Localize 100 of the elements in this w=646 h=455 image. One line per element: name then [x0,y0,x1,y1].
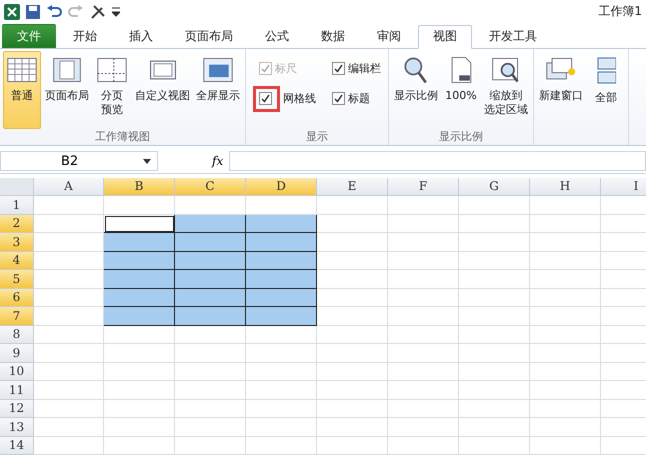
undo-icon[interactable] [46,4,62,19]
table-cell[interactable] [175,418,246,436]
row-header[interactable]: 10 [0,362,34,381]
selected-cell[interactable] [175,233,246,252]
selected-cell[interactable] [175,252,246,270]
ribbon-button[interactable]: 新建窗口 [537,50,585,130]
table-cell[interactable] [388,400,459,418]
table-cell[interactable] [530,344,601,362]
dropdown-icon[interactable] [112,6,120,17]
table-cell[interactable] [175,326,246,344]
selected-cell[interactable] [104,252,175,270]
table-cell[interactable] [388,381,459,400]
table-cell[interactable] [104,196,175,214]
table-cell[interactable] [388,196,459,214]
table-cell[interactable] [530,288,601,307]
table-cell[interactable] [246,344,317,362]
table-cell[interactable] [388,214,459,233]
table-cell[interactable] [104,326,175,344]
table-cell[interactable] [317,288,388,307]
ribbon-tab[interactable]: 开发工具 [474,24,552,48]
table-cell[interactable] [459,307,530,326]
table-cell[interactable] [246,196,317,214]
column-header[interactable]: E [317,178,388,196]
active-cell[interactable] [104,214,175,233]
table-cell[interactable] [317,252,388,270]
ribbon-tab[interactable]: 页面布局 [170,24,248,48]
column-header[interactable]: H [530,178,601,196]
checkbox-option[interactable]: 编辑栏 [326,54,381,83]
table-cell[interactable] [34,270,104,288]
table-cell[interactable] [459,381,530,400]
table-cell[interactable] [459,362,530,381]
row-header[interactable]: 13 [0,418,34,436]
table-cell[interactable] [530,400,601,418]
selected-cell[interactable] [246,214,317,233]
row-header[interactable]: 8 [0,326,34,344]
table-cell[interactable] [246,418,317,436]
table-cell[interactable] [34,362,104,381]
dropdown-icon[interactable] [143,159,151,164]
table-cell[interactable] [175,436,246,455]
table-cell[interactable] [34,288,104,307]
selected-cell[interactable] [246,270,317,288]
table-cell[interactable] [530,436,601,455]
file-tab[interactable]: 文件 [2,24,56,48]
table-cell[interactable] [388,344,459,362]
selected-cell[interactable] [246,288,317,307]
table-cell[interactable] [388,326,459,344]
table-cell[interactable] [175,196,246,214]
table-cell[interactable] [459,400,530,418]
table-cell[interactable] [317,196,388,214]
table-cell[interactable] [388,418,459,436]
selected-cell[interactable] [175,288,246,307]
ribbon-button[interactable]: 显示比例 [392,50,440,130]
table-cell[interactable] [388,307,459,326]
table-cell[interactable] [34,214,104,233]
column-header[interactable]: G [459,178,530,196]
table-cell[interactable] [34,418,104,436]
row-header[interactable]: 3 [0,233,34,252]
table-cell[interactable] [530,381,601,400]
table-cell[interactable] [317,362,388,381]
spreadsheet-app-icon[interactable] [4,4,20,20]
ribbon-button[interactable]: 缩放到 选定区域 [482,50,530,130]
table-cell[interactable] [530,362,601,381]
table-cell[interactable] [34,252,104,270]
table-cell[interactable] [34,196,104,214]
ribbon-tab[interactable]: 数据 [306,24,360,48]
table-cell[interactable] [175,400,246,418]
ribbon-button[interactable]: 100% [442,50,480,130]
checkbox-option[interactable]: 网格线 [253,84,316,113]
table-cell[interactable] [388,362,459,381]
column-header[interactable]: D [246,178,317,196]
row-header[interactable]: 7 [0,307,34,326]
ribbon-button[interactable]: 自定义视图 [133,50,192,130]
table-cell[interactable] [530,196,601,214]
table-cell[interactable] [459,196,530,214]
table-cell[interactable] [388,436,459,455]
redo-icon[interactable] [68,4,84,19]
ribbon-button[interactable]: 普通 [3,50,41,130]
table-cell[interactable] [246,326,317,344]
column-header[interactable]: C [175,178,246,196]
table-cell[interactable] [317,326,388,344]
column-header[interactable]: I [601,178,646,196]
ribbon-tab[interactable]: 开始 [58,24,112,48]
selected-cell[interactable] [104,270,175,288]
table-cell[interactable] [317,344,388,362]
table-cell[interactable] [104,418,175,436]
table-cell[interactable] [175,362,246,381]
table-cell[interactable] [34,400,104,418]
row-header[interactable]: 1 [0,196,34,214]
ribbon-tab[interactable]: 插入 [114,24,168,48]
table-cell[interactable] [104,436,175,455]
column-header[interactable]: A [34,178,104,196]
row-header[interactable]: 12 [0,400,34,418]
row-header[interactable]: 5 [0,270,34,288]
table-cell[interactable] [388,252,459,270]
table-cell[interactable] [104,344,175,362]
table-cell[interactable] [246,362,317,381]
table-cell[interactable] [104,362,175,381]
table-cell[interactable] [459,418,530,436]
table-cell[interactable] [317,214,388,233]
table-cell[interactable] [530,233,601,252]
